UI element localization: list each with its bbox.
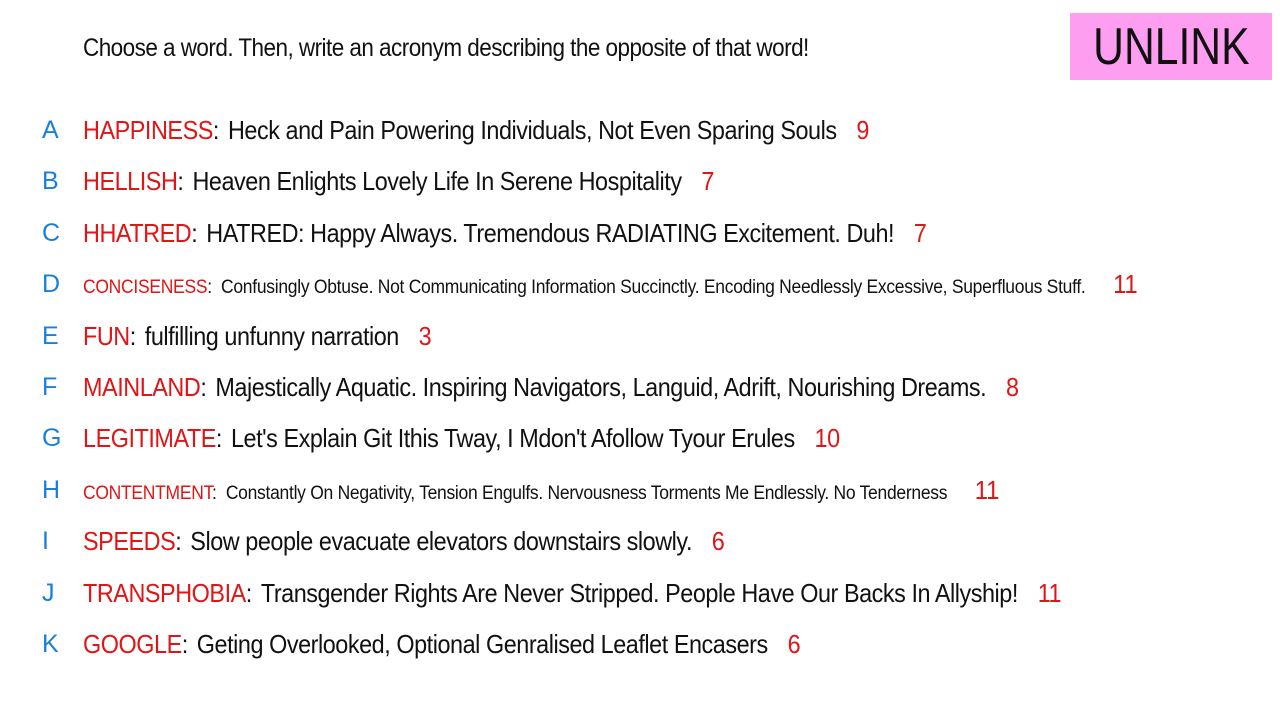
item-acronym: Majestically Aquatic. Inspiring Navigato… [215,371,987,402]
item-letter: E [42,321,59,350]
item-word: LEGITIMATE [83,423,216,454]
item-colon: : [191,217,198,248]
list-item: C HHATRED: HATRED: Happy Always. Tremendo… [0,207,1280,258]
item-word: GOOGLE [83,628,182,659]
item-count: 7 [913,217,927,248]
item-count: 3 [418,320,432,351]
list-item: K GOOGLE: Geting Overlooked, Optional Gen… [0,618,1280,669]
item-letter: G [42,424,62,453]
item-colon: : [245,577,252,608]
item-word: SPEEDS [83,526,176,557]
item-colon: : [181,628,188,659]
item-body: TRANSPHOBIA: Transgender Rights Are Never… [83,577,1062,609]
item-colon: : [215,423,222,454]
list-item: I SPEEDS: Slow people evacuate elevators … [0,515,1280,566]
item-count: 6 [787,628,801,659]
unlink-logo: UNLINK [1070,13,1272,80]
item-acronym: Geting Overlooked, Optional Genralised L… [196,628,768,659]
item-body: CONTENTMENT: Constantly On Negativity, Te… [83,474,999,510]
item-count: 8 [1006,371,1019,402]
list-item: A HAPPINESS: Heck and Pain Powering Indiv… [0,104,1280,155]
item-letter: H [42,475,61,504]
item-word: TRANSPHOBIA [83,577,246,608]
item-word: CONCISENESS [83,277,208,299]
item-word: HHATRED [83,217,192,248]
item-body: HHATRED: HATRED: Happy Always. Tremendous… [83,217,927,249]
item-count: 9 [856,115,869,145]
item-colon: : [212,482,217,504]
unlink-logo-text: UNLINK [1092,17,1250,76]
item-word: MAINLAND [83,371,201,402]
item-count: 10 [814,423,841,454]
item-body: FUN: fulfilling unfunny narration 3 [83,320,432,352]
list-item: H CONTENTMENT: Constantly On Negativity, … [0,464,1280,515]
item-count: 11 [1113,269,1138,300]
item-count: 7 [701,166,714,197]
item-colon: : [175,526,182,557]
item-letter: K [42,629,59,658]
item-body: SPEEDS: Slow people evacuate elevators do… [83,525,725,557]
item-colon: : [200,371,207,402]
item-letter: F [42,372,58,401]
item-acronym: fulfilling unfunny narration [144,320,400,351]
item-body: GOOGLE: Geting Overlooked, Optional Genra… [83,628,801,660]
list-item: D CONCISENESS: Confusingly Obtuse. Not Co… [0,258,1280,309]
item-body: HELLISH: Heaven Enlights Lovely Life In S… [83,165,714,197]
item-word: CONTENTMENT [83,482,213,504]
item-acronym: Let's Explain Git Ithis Tway, I Mdon't A… [230,423,795,454]
instructions-text: Choose a word. Then, write an acronym de… [83,34,809,62]
item-body: MAINLAND: Majestically Aquatic. Inspiring… [83,371,1019,403]
item-colon: : [129,320,136,351]
item-acronym: Heck and Pain Powering Individuals, Not … [227,115,837,145]
item-body: CONCISENESS: Confusingly Obtuse. Not Comm… [83,268,1138,304]
item-count: 11 [1037,577,1062,608]
item-count: 11 [974,474,1000,505]
item-word: HELLISH [83,166,178,197]
list-item: G LEGITIMATE: Let's Explain Git Ithis Twa… [0,412,1280,463]
item-letter: A [42,116,59,144]
item-acronym: Slow people evacuate elevators downstair… [190,526,693,557]
item-letter: I [42,527,49,556]
acronym-list: A HAPPINESS: Heck and Pain Powering Indiv… [0,104,1280,669]
item-body: LEGITIMATE: Let's Explain Git Ithis Tway,… [83,422,840,454]
item-word: HAPPINESS [83,115,213,145]
item-acronym: Constantly On Negativity, Tension Engulf… [225,482,948,504]
list-item: J TRANSPHOBIA: Transgender Rights Are Nev… [0,567,1280,618]
item-acronym: HATRED: Happy Always. Tremendous RADIATI… [206,217,895,248]
item-letter: B [42,167,59,196]
item-body: HAPPINESS: Heck and Pain Powering Individ… [83,114,869,146]
item-acronym: Confusingly Obtuse. Not Communicating In… [221,277,1086,299]
item-acronym: Heaven Enlights Lovely Life In Serene Ho… [192,166,682,197]
list-item: F MAINLAND: Majestically Aquatic. Inspiri… [0,361,1280,412]
item-acronym: Transgender Rights Are Never Stripped. P… [260,577,1019,608]
item-letter: C [42,218,61,247]
item-count: 6 [711,526,725,557]
item-word: FUN [83,320,130,351]
list-item: E FUN: fulfilling unfunny narration 3 [0,310,1280,361]
item-colon: : [207,277,212,299]
item-letter: D [42,270,61,299]
item-colon: : [177,166,184,197]
item-letter: J [42,578,55,607]
list-item: B HELLISH: Heaven Enlights Lovely Life In… [0,155,1280,206]
item-colon: : [212,115,219,145]
